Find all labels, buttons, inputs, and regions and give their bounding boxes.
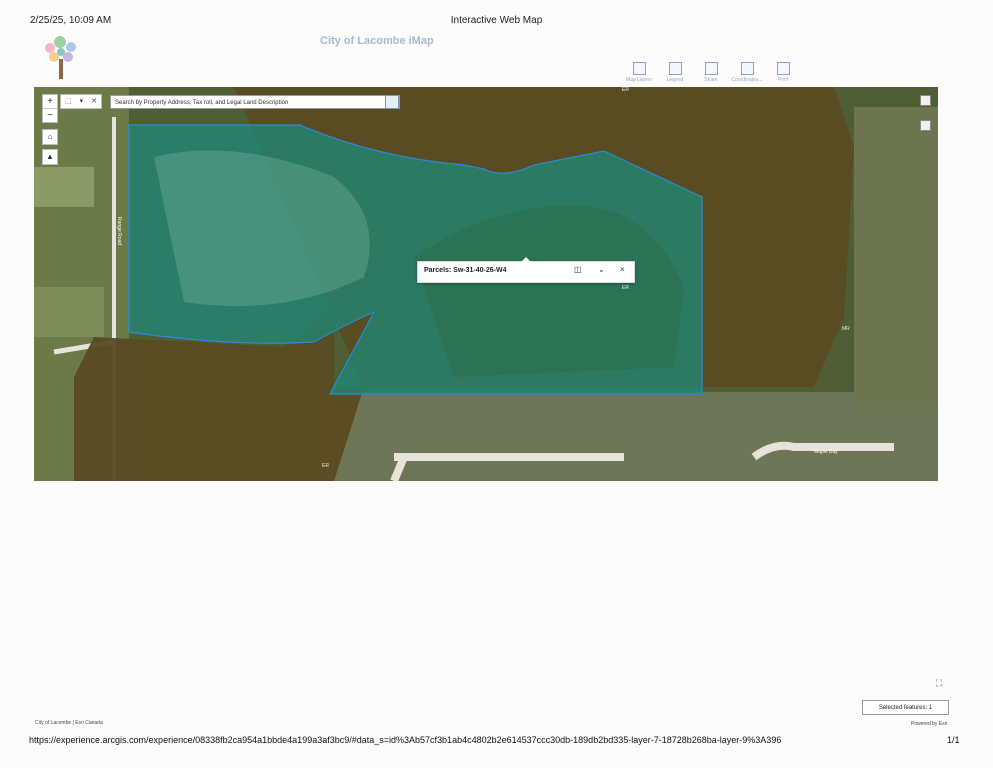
clear-selection-icon[interactable]: ✕ [91, 95, 97, 108]
fullscreen-icon[interactable]: ⛶ [936, 678, 942, 689]
share-button[interactable]: Share [697, 62, 725, 83]
search-button[interactable] [385, 95, 399, 109]
popup-title: Parcels: Sw-31-40-26-W4 [424, 267, 507, 274]
print-title: Interactive Web Map [450, 15, 543, 26]
powered-by: Powered by Esri [911, 721, 948, 727]
selected-features-badge[interactable]: Selected features: 1 [862, 700, 949, 715]
road-label: Range Road [116, 217, 122, 245]
dock-icon[interactable]: ◫ [574, 265, 582, 274]
app-toolbar: Map Layers Legend Share Coordinates... P… [625, 62, 797, 83]
home-button[interactable]: ⌂ [42, 129, 58, 145]
map-label-er: ER [622, 285, 629, 291]
parcel-popup: Parcels: Sw-31-40-26-W4 ◫ ⌄ × [417, 257, 635, 283]
layers-icon [632, 62, 646, 75]
legend-button[interactable]: Legend [661, 62, 689, 83]
coordinates-button[interactable]: Coordinates... [731, 62, 763, 83]
right-map-tools [920, 95, 932, 145]
basemap-icon[interactable] [920, 95, 931, 106]
street-label: Maple Bay [814, 449, 838, 455]
map-layers-button[interactable]: Map Layers [625, 62, 653, 83]
close-icon[interactable]: × [620, 265, 625, 274]
map-tools: ⬚ ▾ ✕ [60, 94, 102, 109]
home-icon: ⌂ [47, 132, 53, 141]
zoom-out-button[interactable]: − [43, 108, 57, 122]
popup-pointer [521, 257, 531, 262]
city-logo [45, 36, 76, 79]
collapse-icon[interactable]: ⌄ [598, 265, 605, 274]
map-label-er: ER [622, 87, 629, 93]
layer-list-icon[interactable] [920, 120, 931, 131]
compass-button[interactable]: ▲ [42, 149, 58, 165]
map-attribution: City of Lacombe | Esri Canada [35, 720, 103, 726]
select-tool-icon[interactable]: ⬚ [65, 95, 72, 108]
map-label-mr: MR [842, 326, 850, 332]
compass-icon: ▲ [46, 152, 54, 161]
search-input[interactable]: Search by Property Address, Tax roll, an… [110, 95, 400, 109]
chevron-down-icon[interactable]: ▾ [80, 95, 84, 108]
page-number: 1/1 [947, 735, 960, 745]
map-label-er: ER [322, 463, 329, 469]
print-url: https://experience.arcgis.com/experience… [29, 735, 782, 745]
map-view[interactable]: ER ER ER MR Maple Bay Range Road + − ⌂ ▲… [34, 87, 938, 481]
legend-icon [668, 62, 682, 75]
print-icon [776, 62, 790, 75]
coordinates-icon [740, 62, 754, 75]
map-canvas: ER ER ER MR Maple Bay Range Road [34, 87, 938, 481]
zoom-in-button[interactable]: + [43, 95, 57, 108]
share-icon [704, 62, 718, 75]
app-title: City of Lacombe iMap [320, 35, 434, 47]
zoom-control: + − [42, 94, 58, 123]
print-button[interactable]: Print [769, 62, 797, 83]
